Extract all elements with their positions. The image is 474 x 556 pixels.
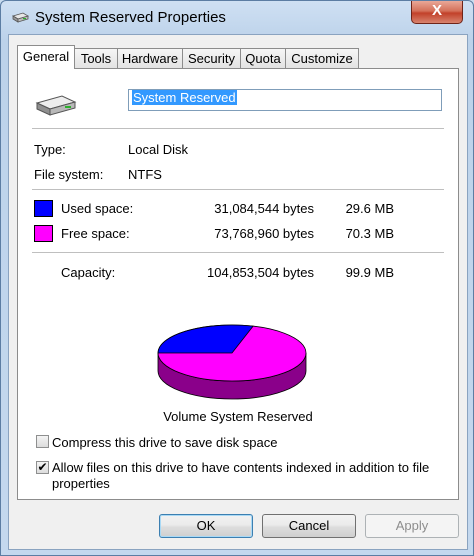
compress-label[interactable]: Compress this drive to save disk space xyxy=(52,435,277,450)
free-space-bytes: 73,768,960 bytes xyxy=(214,226,314,241)
ok-button[interactable]: OK xyxy=(159,514,253,538)
divider xyxy=(32,128,444,129)
index-label-line1[interactable]: Allow files on this drive to have conten… xyxy=(52,460,429,475)
disk-usage-pie xyxy=(157,324,307,400)
tab-customize[interactable]: Customize xyxy=(285,48,359,68)
file-system-value: NTFS xyxy=(128,167,162,182)
window-title: System Reserved Properties xyxy=(35,9,226,26)
index-checkbox[interactable]: ✔ xyxy=(36,461,49,474)
title-bar[interactable]: System Reserved Properties X xyxy=(1,1,473,35)
tab-general[interactable]: General xyxy=(17,45,75,69)
free-space-size: 70.3 MB xyxy=(345,226,394,241)
drive-icon xyxy=(12,12,29,23)
used-space-swatch xyxy=(34,200,53,217)
free-space-swatch xyxy=(34,225,53,242)
tab-hardware[interactable]: Hardware xyxy=(117,48,183,68)
cancel-button[interactable]: Cancel xyxy=(262,514,356,538)
used-space-bytes: 31,084,544 bytes xyxy=(214,201,314,216)
properties-window: System Reserved Properties X General Too… xyxy=(0,0,474,556)
compress-checkbox[interactable] xyxy=(36,435,49,448)
used-space-size: 29.6 MB xyxy=(345,201,394,216)
dialog-body: General Tools Hardware Security Quota Cu… xyxy=(8,34,468,550)
volume-caption: Volume System Reserved xyxy=(163,409,313,424)
capacity-size: 99.9 MB xyxy=(345,265,394,280)
apply-button[interactable]: Apply xyxy=(365,514,459,538)
tab-tools[interactable]: Tools xyxy=(74,48,118,68)
index-label-line2[interactable]: properties xyxy=(52,476,110,491)
close-icon: X xyxy=(431,2,442,19)
general-tab-panel: System Reserved Type: Local Disk File sy… xyxy=(17,68,459,500)
drive-name-text: System Reserved xyxy=(132,90,237,105)
free-space-label: Free space: xyxy=(61,226,130,241)
close-button[interactable]: X xyxy=(411,1,463,24)
drive-icon xyxy=(35,95,77,116)
type-label: Type: xyxy=(34,142,66,157)
divider xyxy=(32,189,444,190)
divider xyxy=(32,252,444,253)
capacity-label: Capacity: xyxy=(61,265,116,280)
used-space-label: Used space: xyxy=(61,201,134,216)
file-system-label: File system: xyxy=(34,167,104,182)
capacity-bytes: 104,853,504 bytes xyxy=(207,265,314,280)
drive-name-input[interactable]: System Reserved xyxy=(128,89,442,111)
type-value: Local Disk xyxy=(128,142,188,157)
tab-security[interactable]: Security xyxy=(182,48,241,68)
tab-quota[interactable]: Quota xyxy=(240,48,286,68)
